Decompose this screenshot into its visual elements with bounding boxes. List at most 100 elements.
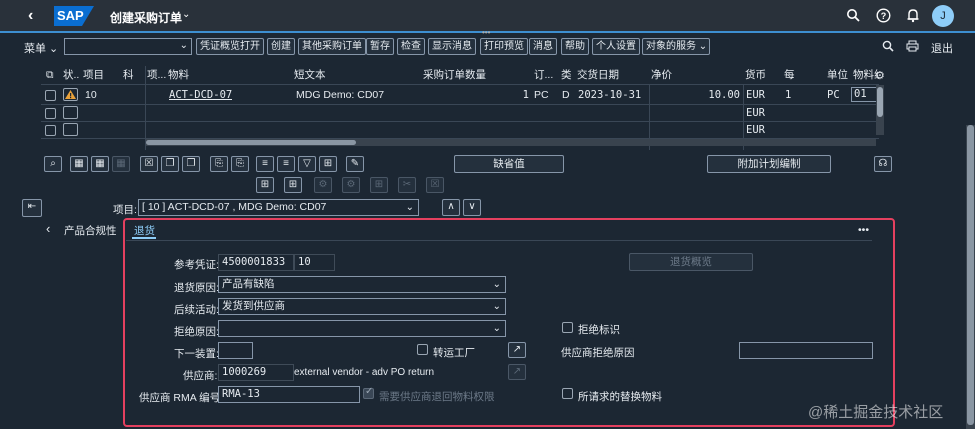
layout-icon[interactable]: ⊞ xyxy=(319,156,337,172)
col-account[interactable]: 科 xyxy=(121,66,143,84)
chevron-down-icon[interactable]: ⌄ xyxy=(182,9,190,20)
cell-material[interactable]: ACT-DCD-07 xyxy=(169,87,232,104)
col-order-unit[interactable]: 订... xyxy=(532,66,558,84)
menu-button[interactable]: 菜单 ⌄ xyxy=(24,40,58,56)
row-select-checkbox[interactable] xyxy=(45,108,56,119)
col-item[interactable]: 项目 xyxy=(81,66,121,84)
select-all-icon[interactable]: ⧉ xyxy=(44,66,54,84)
show-messages-button[interactable]: 显示消息 xyxy=(428,38,476,55)
return-reason-dropdown[interactable]: 产品有缺陷 ⌄ xyxy=(218,276,506,293)
col-item-cat[interactable]: 项... xyxy=(145,66,167,84)
row-select-checkbox[interactable] xyxy=(45,125,56,136)
scroll-thumb[interactable] xyxy=(877,87,883,117)
external-link-icon[interactable]: ↗ xyxy=(508,342,526,358)
edit-icon[interactable]: ✎ xyxy=(346,156,364,172)
chevron-down-icon[interactable]: ⌄ xyxy=(406,200,414,215)
messages-button[interactable]: 消息 xyxy=(529,38,557,55)
table-settings-icon[interactable]: ⚙ xyxy=(875,69,885,82)
col-material[interactable]: 物料 xyxy=(166,66,291,84)
ref-item-field[interactable]: 10 xyxy=(294,254,335,271)
table-horizontal-scrollbar[interactable] xyxy=(146,139,876,146)
delete-icon[interactable]: ☒ xyxy=(140,156,158,172)
cut-icon[interactable]: ✂ xyxy=(398,177,416,193)
cell-currency[interactable]: EUR xyxy=(746,87,765,104)
select-all-icon[interactable]: ▦ xyxy=(70,156,88,172)
help-icon[interactable]: ? xyxy=(875,8,891,24)
settings-icon[interactable]: ⚙ xyxy=(342,177,360,193)
cell-order-unit[interactable]: PC xyxy=(534,87,549,104)
doc-overview-button[interactable]: 凭证概览打开 xyxy=(196,38,264,55)
external-link-icon[interactable]: ↗ xyxy=(508,364,526,380)
col-unit[interactable]: 单位 xyxy=(825,66,851,84)
transfer-plant-checkbox[interactable] xyxy=(417,344,428,355)
tab-product-compliance[interactable]: 产品合规性 xyxy=(64,223,117,238)
find-icon[interactable] xyxy=(882,40,894,55)
col-category[interactable]: 类 xyxy=(559,66,574,84)
other-po-button[interactable]: 其他采购订单 xyxy=(298,38,366,55)
unlock-icon[interactable]: ❐ xyxy=(182,156,200,172)
sort-desc-icon[interactable]: ≡ xyxy=(277,156,295,172)
prev-item-icon[interactable]: ∧ xyxy=(442,199,460,216)
sort-asc-icon[interactable]: ≡ xyxy=(256,156,274,172)
additional-planning-button[interactable]: 附加计划编制 xyxy=(707,155,831,173)
headset-icon[interactable]: ☊ xyxy=(874,156,892,172)
help-button[interactable]: 帮助 xyxy=(561,38,589,55)
org-icon[interactable]: ⊞ xyxy=(256,177,274,193)
print-preview-button[interactable]: 打印预览 xyxy=(480,38,528,55)
cell-unit[interactable]: PC xyxy=(827,87,840,104)
chevron-down-icon[interactable]: ⌄ xyxy=(493,299,501,314)
cell-category[interactable]: D xyxy=(562,87,570,104)
status-cell[interactable] xyxy=(63,123,78,136)
page-scrollbar[interactable] xyxy=(966,125,975,429)
chevron-down-icon[interactable]: ⌄ xyxy=(180,40,188,51)
user-avatar[interactable]: J xyxy=(932,5,954,27)
item-selector-dropdown[interactable]: [ 10 ] ACT-DCD-07 , MDG Demo: CD07 ⌄ xyxy=(138,199,419,216)
col-net-price[interactable]: 净价 xyxy=(649,66,741,84)
cell-per[interactable]: 1 xyxy=(785,87,791,104)
col-currency[interactable]: 货币 xyxy=(743,66,781,84)
returns-overview-button[interactable]: 退货概览 xyxy=(629,253,753,271)
cell-currency[interactable]: EUR xyxy=(746,105,765,122)
cell-currency[interactable]: EUR xyxy=(746,122,765,139)
col-short-text[interactable]: 短文本 xyxy=(292,66,420,84)
status-cell[interactable] xyxy=(63,88,78,101)
vendor-reject-reason-field[interactable] xyxy=(739,342,873,359)
lock-icon[interactable]: ❐ xyxy=(161,156,179,172)
vendor-material-auth-checkbox[interactable]: ✓ xyxy=(363,386,374,399)
app-title[interactable]: 创建采购订单 xyxy=(110,9,182,26)
details-icon[interactable]: ⌕ xyxy=(44,156,62,172)
col-quantity[interactable]: 采购订单数量 xyxy=(421,66,531,84)
vendor-field[interactable]: 1000269 xyxy=(218,364,294,381)
rma-field[interactable]: RMA-13 xyxy=(218,386,360,403)
table-vertical-scrollbar[interactable] xyxy=(876,85,884,135)
col-per[interactable]: 每 xyxy=(782,66,824,84)
replacement-material-checkbox[interactable] xyxy=(562,388,573,399)
object-services-button[interactable]: 对象的服务 ⌄ xyxy=(642,38,710,55)
tab-scroll-left-icon[interactable]: ‹ xyxy=(46,221,50,236)
create-button[interactable]: 创建 xyxy=(267,38,295,55)
trash-icon[interactable]: ☒ xyxy=(426,177,444,193)
next-item-icon[interactable]: ∨ xyxy=(463,199,481,216)
bell-icon[interactable] xyxy=(905,8,921,24)
reject-reason-dropdown[interactable]: ⌄ xyxy=(218,320,506,337)
chevron-down-icon[interactable]: ⌄ xyxy=(493,277,501,292)
row-select-checkbox[interactable] xyxy=(45,90,56,101)
select-block-icon[interactable]: ▦ xyxy=(112,156,130,172)
next-device-field[interactable] xyxy=(218,342,253,359)
default-values-button[interactable]: 缺省值 xyxy=(454,155,564,173)
cell-net-price[interactable]: 10.00 xyxy=(653,87,740,104)
exit-button[interactable]: 退出 xyxy=(931,40,953,56)
search-icon[interactable] xyxy=(845,8,861,24)
print-icon[interactable] xyxy=(906,40,919,55)
followup-dropdown[interactable]: 发货到供应商 ⌄ xyxy=(218,298,506,315)
grid-icon[interactable]: ⊞ xyxy=(370,177,388,193)
paste-icon[interactable]: ⎘ xyxy=(231,156,249,172)
chevron-down-icon[interactable]: ⌄ xyxy=(493,321,501,336)
org-detail-icon[interactable]: ⊞ xyxy=(284,177,302,193)
cell-item[interactable]: 10 xyxy=(85,87,97,104)
cell-material-group[interactable]: 01 xyxy=(851,87,877,102)
scroll-thumb[interactable] xyxy=(146,140,356,145)
hold-button[interactable]: 暂存 xyxy=(366,38,394,55)
cell-short-text[interactable]: MDG Demo: CD07 xyxy=(296,87,384,104)
status-cell[interactable] xyxy=(63,106,78,119)
